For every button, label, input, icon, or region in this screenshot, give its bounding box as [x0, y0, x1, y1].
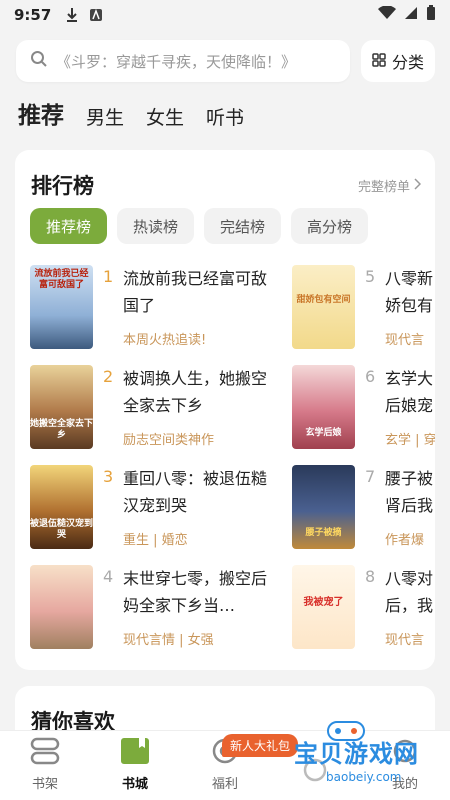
status-bar: 9:57: [0, 0, 450, 30]
book-tag: 玄学 | 穿: [385, 433, 435, 448]
ranking-card: 排行榜 完整榜单 推荐榜 热读榜 完结榜 高分榜 流放前我已经富可敌国了 1 流…: [15, 150, 435, 670]
hidden-nav-icon: [300, 756, 330, 788]
full-ranking-link[interactable]: 完整榜单: [357, 176, 422, 195]
cover-title: 流放前我已经富可敌国了: [34, 269, 89, 290]
search-placeholder: 《斗罗：穿越千寻疾，天使降临！》: [56, 52, 297, 71]
ranking-tab-recommend[interactable]: 推荐榜: [30, 208, 108, 244]
book-cover: 腰子被摘: [292, 465, 355, 549]
nav-bookshelf[interactable]: 书架: [0, 731, 90, 800]
cover-title: 被退伍糙汉宠到哭: [30, 519, 93, 540]
wifi-icon: [378, 5, 396, 24]
cover-title: 玄学后娘: [305, 428, 342, 438]
book-cover: 玄学后娘: [292, 365, 355, 449]
book-tag: 励志空间类神作: [123, 433, 215, 448]
nav-bookshelf-label: 书架: [31, 777, 58, 792]
book-title: 八零新 娇包有: [385, 269, 434, 315]
book-cover: 被退伍糙汉宠到哭: [30, 465, 93, 549]
book-tag: 现代言: [385, 633, 425, 648]
tab-male[interactable]: 男生: [86, 103, 124, 130]
app-notification-icon: [89, 8, 103, 22]
book-item[interactable]: 我被宠了 8 八零对 后，我 现代言: [292, 565, 435, 649]
tab-audiobook[interactable]: 听书: [206, 103, 244, 130]
cover-title: 我被宠了: [303, 597, 344, 608]
book-cover: 她搬空全家去下乡: [30, 365, 93, 449]
grid-icon: [372, 52, 386, 71]
category-label: 分类: [391, 53, 424, 72]
nav-bookstore-label: 书城: [121, 777, 148, 792]
book-title: 玄学大 后娘宠: [385, 369, 434, 415]
cover-title: 她搬空全家去下乡: [30, 419, 93, 440]
book-tag: 重生 | 婚恋: [123, 533, 188, 548]
book-cover: [30, 565, 93, 649]
book-rank: 6: [365, 367, 376, 386]
book-item[interactable]: 玄学后娘 6 玄学大 后娘宠 玄学 | 穿: [292, 365, 435, 449]
book-cover: 我被宠了: [292, 565, 355, 649]
ranking-tab-top-rated[interactable]: 高分榜: [291, 208, 369, 244]
ranking-tab-hot[interactable]: 热读榜: [117, 208, 195, 244]
bookshelf-icon: [30, 737, 60, 769]
book-tag: 现代言: [385, 333, 425, 348]
download-icon: [65, 7, 79, 23]
book-title: 末世穿七零，搬空后妈全家下乡当…: [123, 569, 268, 615]
ranking-tab-completed[interactable]: 完结榜: [204, 208, 282, 244]
book-rank: 2: [103, 367, 114, 386]
nav-bookstore[interactable]: 书城: [90, 731, 180, 800]
battery-icon: [426, 5, 436, 25]
cover-title: 腰子被摘: [305, 528, 342, 538]
profile-icon: [390, 737, 420, 769]
book-item[interactable]: 腰子被摘 7 腰子被 肾后我 作者爆: [292, 465, 435, 549]
book-tag: 作者爆: [385, 533, 425, 548]
book-tag: 现代言情 | 女强: [123, 633, 214, 648]
full-ranking-label: 完整榜单: [357, 180, 410, 195]
book-rank: 4: [103, 567, 114, 586]
nav-welfare-label: 福利: [211, 777, 238, 792]
signal-icon: [404, 6, 418, 24]
book-rank: 8: [365, 567, 376, 586]
book-title: 八零对 后，我: [385, 569, 434, 615]
book-rank: 7: [365, 467, 376, 486]
category-button[interactable]: 分类: [361, 40, 435, 82]
book-item[interactable]: 甜娇包有空间 5 八零新 娇包有 现代言: [292, 265, 435, 349]
search-icon: [30, 50, 48, 72]
cover-title: 甜娇包有空间: [296, 295, 351, 305]
book-tag: 本周火热追读!: [123, 333, 207, 348]
book-title: 流放前我已经富可敌国了: [123, 269, 268, 315]
promo-badge[interactable]: 新人大礼包: [222, 734, 299, 757]
bookstore-icon: [120, 737, 150, 769]
ranking-tabs: 推荐榜 热读榜 完结榜 高分榜: [30, 208, 369, 244]
top-tabs: 推荐 男生 女生 听书: [18, 96, 244, 130]
book-rank: 3: [103, 467, 114, 486]
book-item[interactable]: 她搬空全家去下乡 2 被调换人生，她搬空全家去下乡 励志空间类神作: [30, 365, 290, 449]
status-time: 9:57: [14, 6, 52, 24]
nav-profile-label: 我的: [391, 777, 418, 792]
book-title: 重回八零：被退伍糙汉宠到哭: [123, 469, 268, 515]
ranking-title: 排行榜: [31, 174, 94, 198]
tab-female[interactable]: 女生: [146, 103, 184, 130]
tab-recommend[interactable]: 推荐: [18, 96, 64, 130]
book-rank: 1: [103, 267, 114, 286]
book-rank: 5: [365, 267, 376, 286]
book-cover: 流放前我已经富可敌国了: [30, 265, 93, 349]
book-cover: 甜娇包有空间: [292, 265, 355, 349]
book-title: 腰子被 肾后我: [385, 469, 434, 515]
book-title: 被调换人生，她搬空全家去下乡: [123, 369, 268, 415]
chevron-right-icon: [413, 177, 422, 194]
book-item[interactable]: 流放前我已经富可敌国了 1 流放前我已经富可敌国了 本周火热追读!: [30, 265, 290, 349]
book-item[interactable]: 4 末世穿七零，搬空后妈全家下乡当… 现代言情 | 女强: [30, 565, 290, 649]
nav-profile[interactable]: 我的: [360, 731, 450, 800]
search-bar[interactable]: 《斗罗：穿越千寻疾，天使降临！》: [16, 40, 350, 82]
book-item[interactable]: 被退伍糙汉宠到哭 3 重回八零：被退伍糙汉宠到哭 重生 | 婚恋: [30, 465, 290, 549]
